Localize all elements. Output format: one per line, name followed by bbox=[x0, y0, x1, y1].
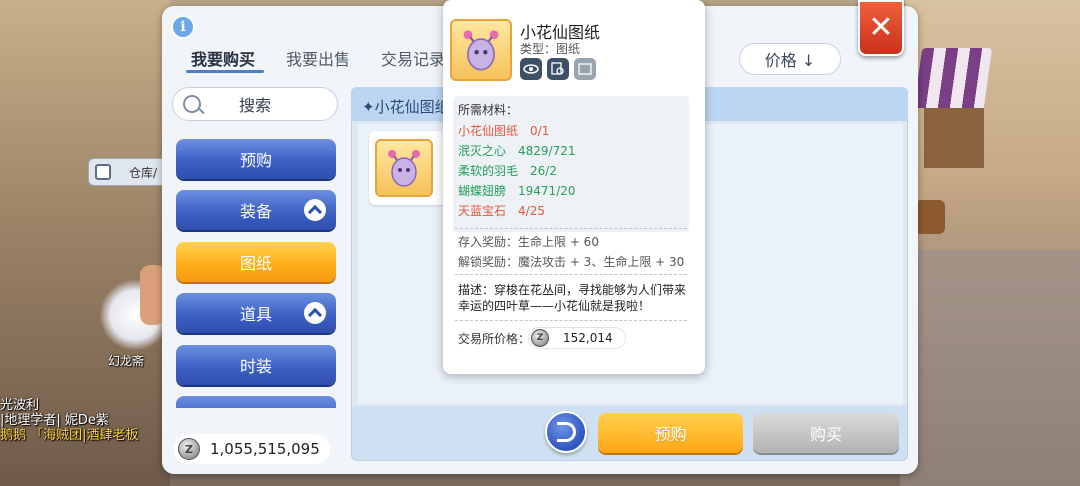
item-description: 描述：穿梭在花丛间，寻找能够为人们带来幸运的四叶草——小花仙就是我啦！ bbox=[458, 283, 687, 313]
materials-title: 所需材料： bbox=[458, 103, 519, 117]
price-value: 152,014 bbox=[563, 331, 613, 345]
category-label: 预购 bbox=[239, 151, 272, 170]
price-display: Z 152,014 bbox=[528, 327, 626, 349]
category-blueprint[interactable]: 图纸 bbox=[176, 242, 336, 282]
fairy-blueprint-icon bbox=[375, 139, 433, 197]
category-partial[interactable] bbox=[176, 396, 336, 408]
material-name: 泯灭之心 bbox=[458, 144, 507, 158]
category-items[interactable]: 道具 bbox=[176, 293, 336, 333]
search-button[interactable]: 搜索 bbox=[172, 87, 338, 121]
eye-icon[interactable] bbox=[520, 58, 542, 80]
preorder-button[interactable]: 预购 bbox=[598, 413, 743, 453]
item-card[interactable] bbox=[369, 131, 447, 205]
chat-log: 光波利 |地理学者| 妮De紫 鹅鹅 「海贼团|酒肆老板 bbox=[0, 398, 139, 443]
street-ground bbox=[900, 250, 1080, 486]
material-name: 柔软的羽毛 bbox=[458, 164, 519, 178]
inspect-icon[interactable] bbox=[547, 58, 569, 80]
material-row: 小花仙图纸 0/1 bbox=[458, 122, 549, 139]
material-qty: 4829/721 bbox=[518, 144, 576, 158]
card-icon[interactable] bbox=[574, 58, 596, 80]
category-label: 道具 bbox=[239, 305, 272, 324]
material-name: 小花仙图纸 bbox=[458, 124, 519, 138]
material-row: 蝴蝶翅膀 19471/20 bbox=[458, 182, 576, 199]
category-fashion[interactable]: 时装 bbox=[176, 345, 336, 385]
tooltip-item-type: 类型：图纸 bbox=[520, 42, 581, 56]
tab-history[interactable]: 交易记录 bbox=[381, 46, 445, 70]
balance-display: Z 1,055,515,095 bbox=[174, 434, 330, 464]
warehouse-label: 仓库/ bbox=[129, 165, 158, 180]
barrel bbox=[915, 200, 945, 234]
fairy-blueprint-icon bbox=[450, 19, 512, 81]
material-name: 天蓝宝石 bbox=[458, 204, 507, 218]
info-icon[interactable]: i bbox=[171, 15, 195, 39]
material-row: 泯灭之心 4829/721 bbox=[458, 142, 576, 159]
price-label: 交易所价格： bbox=[458, 332, 531, 346]
material-row: 柔软的羽毛 26/2 bbox=[458, 162, 557, 179]
tab-sell[interactable]: 我要出售 bbox=[286, 46, 350, 70]
warehouse-icon bbox=[95, 164, 111, 180]
material-qty: 19471/20 bbox=[518, 184, 576, 198]
chat-line: 光波利 bbox=[0, 398, 40, 413]
active-tab-indicator bbox=[186, 70, 264, 73]
material-qty: 4/25 bbox=[518, 204, 545, 218]
zeny-coin-icon: Z bbox=[178, 438, 200, 460]
material-row: 天蓝宝石 4/25 bbox=[458, 202, 545, 219]
category-equipment[interactable]: 装备 bbox=[176, 190, 336, 230]
deposit-reward: 存入奖励：生命上限 + 60 bbox=[458, 235, 599, 249]
tab-buy[interactable]: 我要购买 bbox=[191, 46, 255, 70]
listing-title: ✦小花仙图纸 bbox=[362, 98, 450, 116]
divider bbox=[455, 274, 687, 275]
npc-name: 幻龙斋 bbox=[108, 354, 145, 368]
buy-button[interactable]: 购买 bbox=[753, 413, 899, 453]
search-icon bbox=[183, 95, 201, 113]
unlock-reward: 解锁奖励：魔法攻击 + 3、生命上限 + 30 bbox=[458, 255, 685, 269]
category-label: 图纸 bbox=[239, 254, 272, 273]
zeny-coin-icon: Z bbox=[531, 329, 549, 347]
close-button[interactable]: ✕ bbox=[858, 0, 904, 56]
chevron-up-icon[interactable] bbox=[304, 199, 326, 221]
divider bbox=[455, 228, 687, 229]
material-qty: 26/2 bbox=[530, 164, 557, 178]
market-stall bbox=[924, 108, 984, 168]
warehouse-sign[interactable]: 仓库/ bbox=[88, 158, 168, 186]
price-sort-button[interactable]: 价格 ↓ bbox=[739, 43, 841, 75]
material-name: 蝴蝶翅膀 bbox=[458, 184, 507, 198]
material-qty: 0/1 bbox=[530, 124, 550, 138]
divider bbox=[455, 320, 687, 321]
balance-value: 1,055,515,095 bbox=[210, 440, 320, 458]
category-label: 时装 bbox=[239, 357, 272, 376]
category-label: 装备 bbox=[239, 202, 272, 221]
market-stall-awning bbox=[913, 48, 993, 108]
close-x-icon: ✕ bbox=[868, 10, 894, 45]
back-button[interactable] bbox=[545, 411, 587, 453]
category-list-overflow bbox=[176, 396, 336, 408]
category-preorder[interactable]: 预购 bbox=[176, 139, 336, 179]
chat-line: 鹅鹅 「海贼团|酒肆老板 bbox=[0, 428, 139, 443]
chat-line: |地理学者| 妮De紫 bbox=[0, 413, 109, 428]
chevron-up-icon[interactable] bbox=[304, 302, 326, 324]
